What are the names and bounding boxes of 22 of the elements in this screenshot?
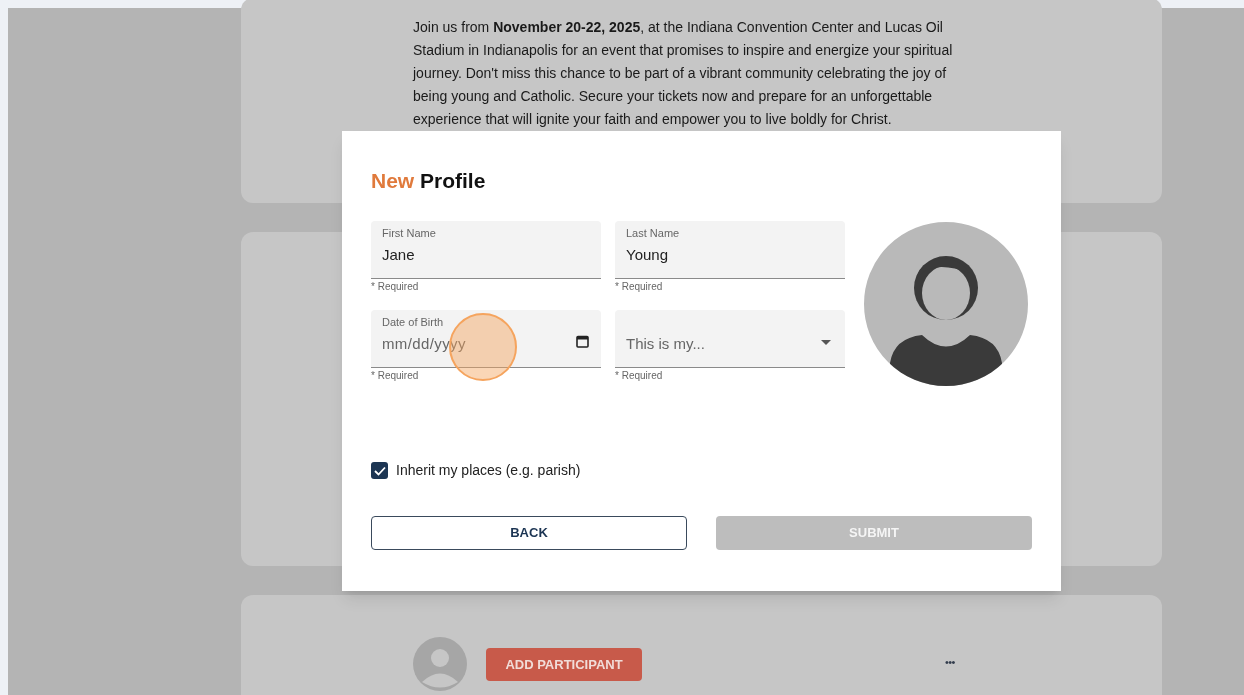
helper-text: * Required	[615, 368, 664, 383]
more-button[interactable]: •••	[945, 654, 955, 671]
checkbox-label: Inherit my places (e.g. parish)	[396, 461, 581, 480]
field-placeholder: This is my...	[626, 333, 705, 354]
field-value: Young	[626, 245, 668, 265]
text-field[interactable]: Last Name Young	[615, 221, 845, 279]
field-value: Jane	[382, 245, 415, 265]
avatar-icon	[413, 637, 467, 691]
event-description: Join us from November 20-22, 2025, at the Indiana Convention Center and Lucas Oil Stadium in Indianapolis for an event that promises to inspire and energize your spiritual journey. Don't miss this chance to be part of a vibrant community celebrating the joy of being young and Catholic. Secure your tickets now and prepare for an unforgettable experience that will ignite your faith and empower you to live boldly for Christ.	[413, 18, 954, 129]
field-label: First Name	[382, 226, 436, 241]
select-field[interactable]: This is my...	[615, 309, 845, 368]
dialog-title: New Profile	[371, 168, 487, 194]
helper-text: * Required	[371, 368, 420, 383]
checkbox[interactable]	[371, 462, 388, 479]
helper-text: * Required	[615, 280, 664, 294]
calendar-icon	[576, 334, 589, 348]
field-label: Last Name	[626, 226, 680, 241]
back-button[interactable]: BACK	[371, 516, 687, 550]
text-field[interactable]: First Name Jane	[371, 221, 601, 279]
helper-text: * Required	[371, 280, 420, 294]
dropdown-caret-icon	[821, 339, 831, 345]
field-label: Date of Birth	[382, 314, 444, 330]
